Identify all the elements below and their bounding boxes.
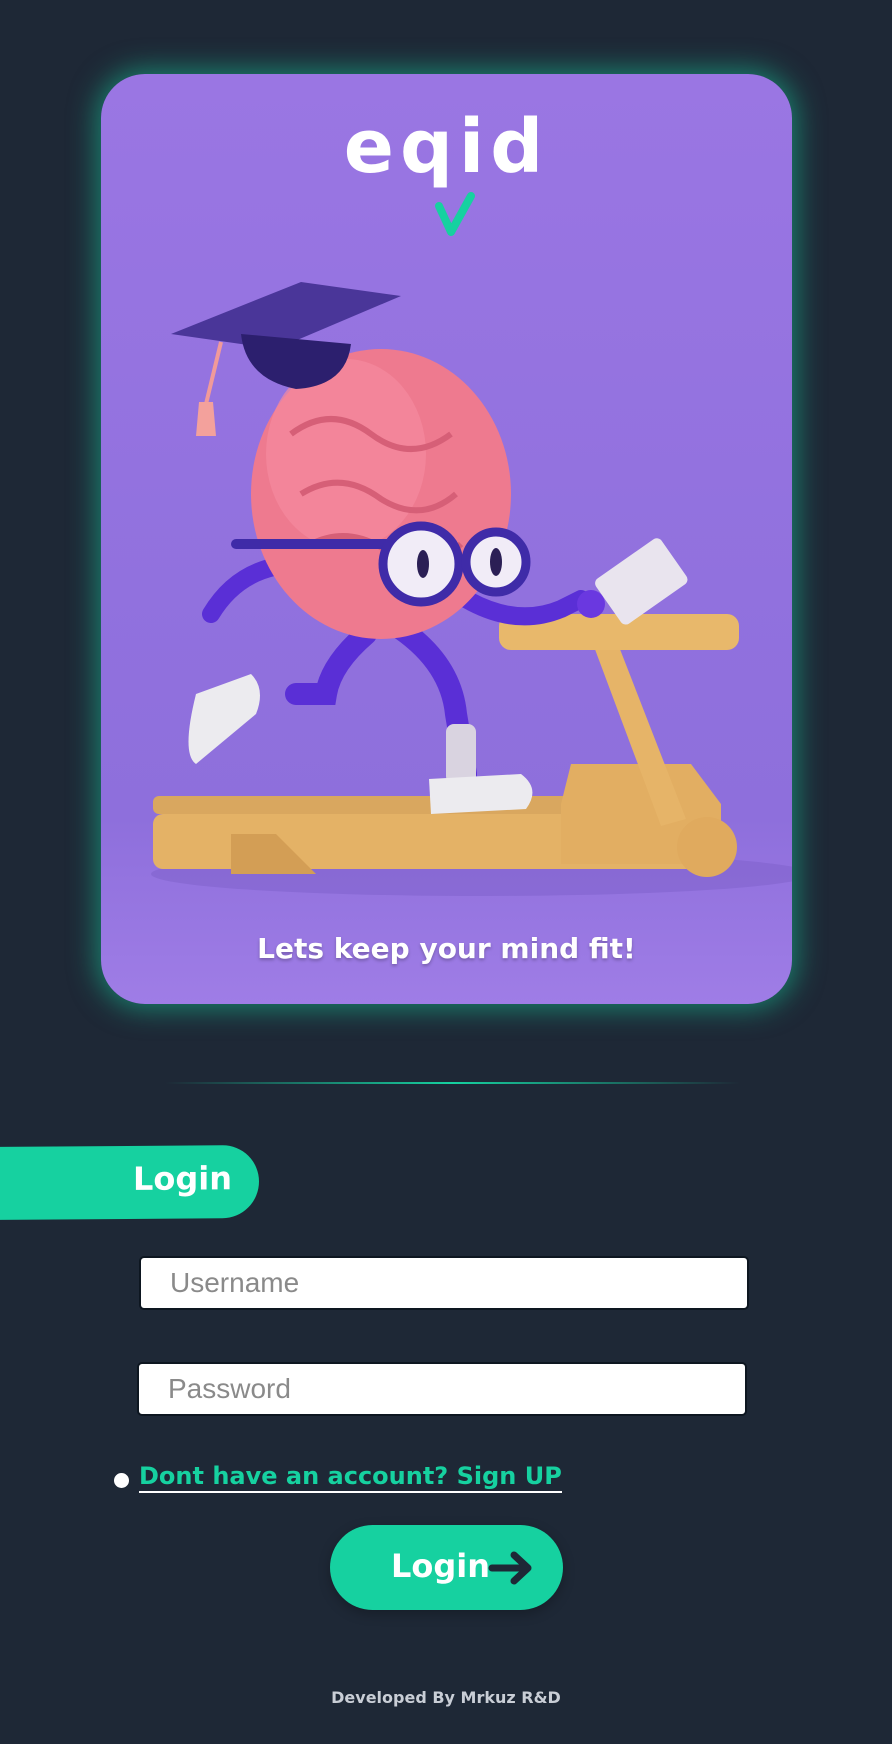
hero-card: eqid Lets keep your mind fit!: [101, 74, 792, 1004]
section-divider: [165, 1082, 740, 1084]
bullet-icon: [114, 1473, 129, 1488]
password-input[interactable]: [137, 1362, 747, 1416]
treadmill-screen: [595, 538, 688, 625]
sock: [446, 724, 476, 784]
login-button[interactable]: Login: [330, 1525, 563, 1610]
eye-right: [490, 548, 502, 576]
signup-link[interactable]: Dont have an account? Sign UP: [139, 1462, 562, 1493]
checkmark-icon: [435, 192, 475, 236]
login-tab-label: Login: [133, 1159, 233, 1198]
hero-tagline: Lets keep your mind fit!: [257, 932, 636, 965]
treadmill-wheel: [677, 817, 737, 877]
username-input[interactable]: [139, 1256, 749, 1310]
back-shoe: [188, 674, 260, 764]
front-shoe: [429, 774, 533, 814]
back-leg: [285, 623, 377, 705]
login-button-label: Login: [391, 1547, 491, 1585]
footer-credit: Developed By Mrkuz R&D: [331, 1688, 561, 1707]
cap-tassel-string: [204, 341, 223, 405]
cap-tassel: [196, 402, 216, 436]
eqid-logo: eqid: [101, 110, 792, 236]
login-tab: Login: [0, 1145, 259, 1220]
arrow-right-icon: [488, 1551, 532, 1585]
hand: [577, 590, 605, 618]
eye-left: [417, 550, 429, 578]
logo-text: eqid: [343, 104, 550, 190]
